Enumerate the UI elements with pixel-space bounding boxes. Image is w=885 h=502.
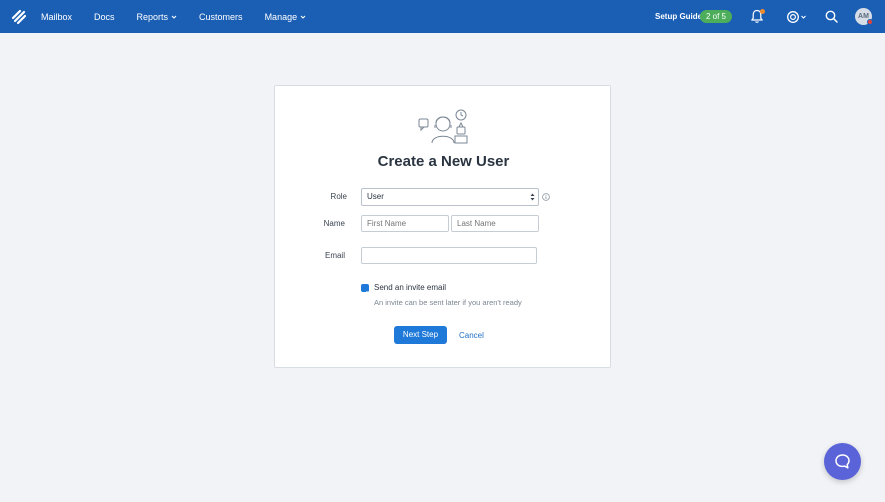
setup-progress-badge[interactable]: 2 of 5 [700, 10, 732, 23]
email-field[interactable] [361, 247, 537, 264]
role-value: User [367, 192, 384, 201]
role-label: Role [330, 192, 347, 201]
send-invite-checkbox[interactable] [361, 284, 369, 296]
notification-dot [760, 9, 765, 14]
info-icon[interactable] [542, 193, 550, 201]
nav-mailbox[interactable]: Mailbox [41, 12, 72, 22]
check-icon [362, 290, 368, 296]
chevron-down-icon [300, 15, 306, 19]
help-icon[interactable] [786, 10, 808, 24]
logo-icon[interactable] [11, 9, 27, 25]
top-nav: Mailbox Docs Reports Customers Manage Se… [0, 0, 885, 33]
cancel-button[interactable]: Cancel [459, 331, 484, 340]
nav-docs-label: Docs [94, 11, 115, 22]
email-label: Email [324, 251, 345, 260]
main-nav: Mailbox Docs Reports Customers Manage [41, 0, 328, 33]
role-select[interactable]: User [361, 188, 539, 206]
nav-mailbox-label: Mailbox [41, 11, 73, 22]
name-label: Name [323, 219, 345, 228]
create-user-card: Create a New User Role User Name Email S… [274, 85, 611, 368]
next-step-button[interactable]: Next Step [394, 326, 447, 344]
last-name-input[interactable] [451, 215, 539, 232]
select-arrows-icon [530, 193, 535, 201]
invite-help-text: An invite can be sent later if you aren'… [374, 298, 522, 307]
chevron-down-icon [171, 15, 177, 19]
setup-guide-link[interactable]: Setup Guide [655, 12, 702, 21]
nav-customers-label: Customers [199, 11, 243, 22]
nav-customers[interactable]: Customers [199, 12, 243, 22]
send-invite-label[interactable]: Send an invite email [374, 283, 446, 292]
nav-manage[interactable]: Manage [265, 12, 307, 22]
search-icon[interactable] [825, 10, 838, 23]
first-name-input[interactable] [361, 215, 449, 232]
status-dot [867, 19, 873, 25]
nav-manage-label: Manage [264, 11, 298, 22]
nav-reports-label: Reports [136, 11, 169, 22]
nav-reports[interactable]: Reports [137, 12, 178, 22]
chat-button[interactable] [824, 443, 861, 480]
chat-icon [835, 454, 850, 469]
nav-docs[interactable]: Docs [94, 12, 115, 22]
user-illustration [418, 109, 468, 144]
page-title: Create a New User [377, 153, 510, 170]
